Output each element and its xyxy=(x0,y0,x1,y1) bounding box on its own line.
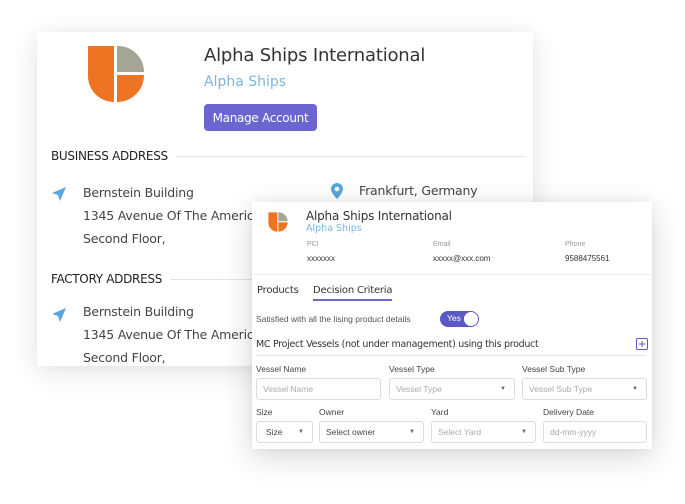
phone-value: 9588475561 xyxy=(565,254,610,263)
toggle-label: Yes xyxy=(447,313,461,323)
company-short-name: Alpha Ships xyxy=(204,74,287,90)
card-company-name: Alpha Ships International xyxy=(306,209,452,223)
factory-address-line-2: 1345 Avenue Of The Americas xyxy=(83,327,268,342)
company-name: Alpha Ships International xyxy=(204,45,426,66)
delivery-date-label: Delivery Date xyxy=(543,407,595,417)
divider xyxy=(256,355,646,356)
owner-select[interactable]: Select owner ▼ xyxy=(319,421,424,443)
owner-label: Owner xyxy=(319,407,345,417)
vessel-name-label: Vessel Name xyxy=(256,364,307,374)
vessel-type-label: Vessel Type xyxy=(389,364,435,374)
business-address-line-1: Bernstein Building xyxy=(83,185,194,200)
vessel-type-select[interactable]: Vessel Type ▼ xyxy=(389,378,515,400)
business-address-line-3: Second Floor, xyxy=(83,231,166,246)
size-select[interactable]: Size ▼ xyxy=(256,421,313,443)
tab-products[interactable]: Products xyxy=(257,285,299,296)
manage-account-button[interactable]: Manage Account xyxy=(204,104,317,131)
vessel-sub-type-select[interactable]: Vessel Sub Type ▼ xyxy=(522,378,647,400)
factory-address-line-3: Second Floor, xyxy=(83,350,166,365)
caret-down-icon: ▼ xyxy=(632,386,638,392)
caret-down-icon: ▼ xyxy=(409,429,415,435)
factory-address-line-1: Bernstein Building xyxy=(83,304,194,319)
decision-criteria-card: Alpha Ships International Alpha Ships PC… xyxy=(252,202,652,449)
divider xyxy=(254,274,652,275)
vessel-sub-type-label: Vessel Sub Type xyxy=(522,364,586,374)
add-vessel-icon[interactable] xyxy=(636,338,648,350)
pci-value: xxxxxxx xyxy=(307,254,335,263)
business-address-title: BUSINESS ADDRESS xyxy=(51,149,168,163)
caret-down-icon: ▼ xyxy=(521,429,527,435)
email-value: xxxxx@xxx.com xyxy=(433,254,491,263)
business-address-line-2: 1345 Avenue Of The Americas xyxy=(83,208,268,223)
location-pin-icon xyxy=(331,183,343,199)
vessel-sub-type-placeholder: Vessel Sub Type xyxy=(529,384,593,394)
email-label: Email xyxy=(433,241,451,248)
business-address-city: Frankfurt, Germany xyxy=(359,183,478,198)
satisfied-label: Satisfied with all the lising product de… xyxy=(256,314,411,324)
card-company-short-name: Alpha Ships xyxy=(306,223,362,234)
caret-down-icon: ▼ xyxy=(298,429,304,435)
company-logo xyxy=(88,46,144,102)
size-label: Size xyxy=(256,407,273,417)
caret-down-icon: ▼ xyxy=(500,386,506,392)
pci-label: PCI xyxy=(307,241,319,248)
tab-decision-criteria[interactable]: Decision Criteria xyxy=(313,285,393,301)
navigation-arrow-icon xyxy=(52,187,66,201)
toggle-knob xyxy=(464,312,478,326)
satisfied-toggle[interactable]: Yes xyxy=(440,311,479,327)
delivery-date-input[interactable]: dd-mm-yyyy xyxy=(543,421,647,443)
phone-label: Phone xyxy=(565,241,586,248)
size-value: Size xyxy=(266,427,283,437)
yard-label: Yard xyxy=(431,407,449,417)
owner-value: Select owner xyxy=(326,427,376,437)
business-address-heading: BUSINESS ADDRESS xyxy=(51,149,524,163)
yard-select[interactable]: Select Yard ▼ xyxy=(431,421,536,443)
divider xyxy=(175,155,524,157)
vessel-type-placeholder: Vessel Type xyxy=(396,384,442,394)
vessel-name-input[interactable]: Vessel Name xyxy=(256,378,381,400)
factory-address-title: FACTORY ADDRESS xyxy=(51,272,163,286)
navigation-arrow-icon xyxy=(52,308,66,322)
company-logo-small xyxy=(268,212,288,232)
yard-placeholder: Select Yard xyxy=(438,427,482,437)
mc-project-vessels-title: MC Project Vessels (not under management… xyxy=(256,339,539,350)
